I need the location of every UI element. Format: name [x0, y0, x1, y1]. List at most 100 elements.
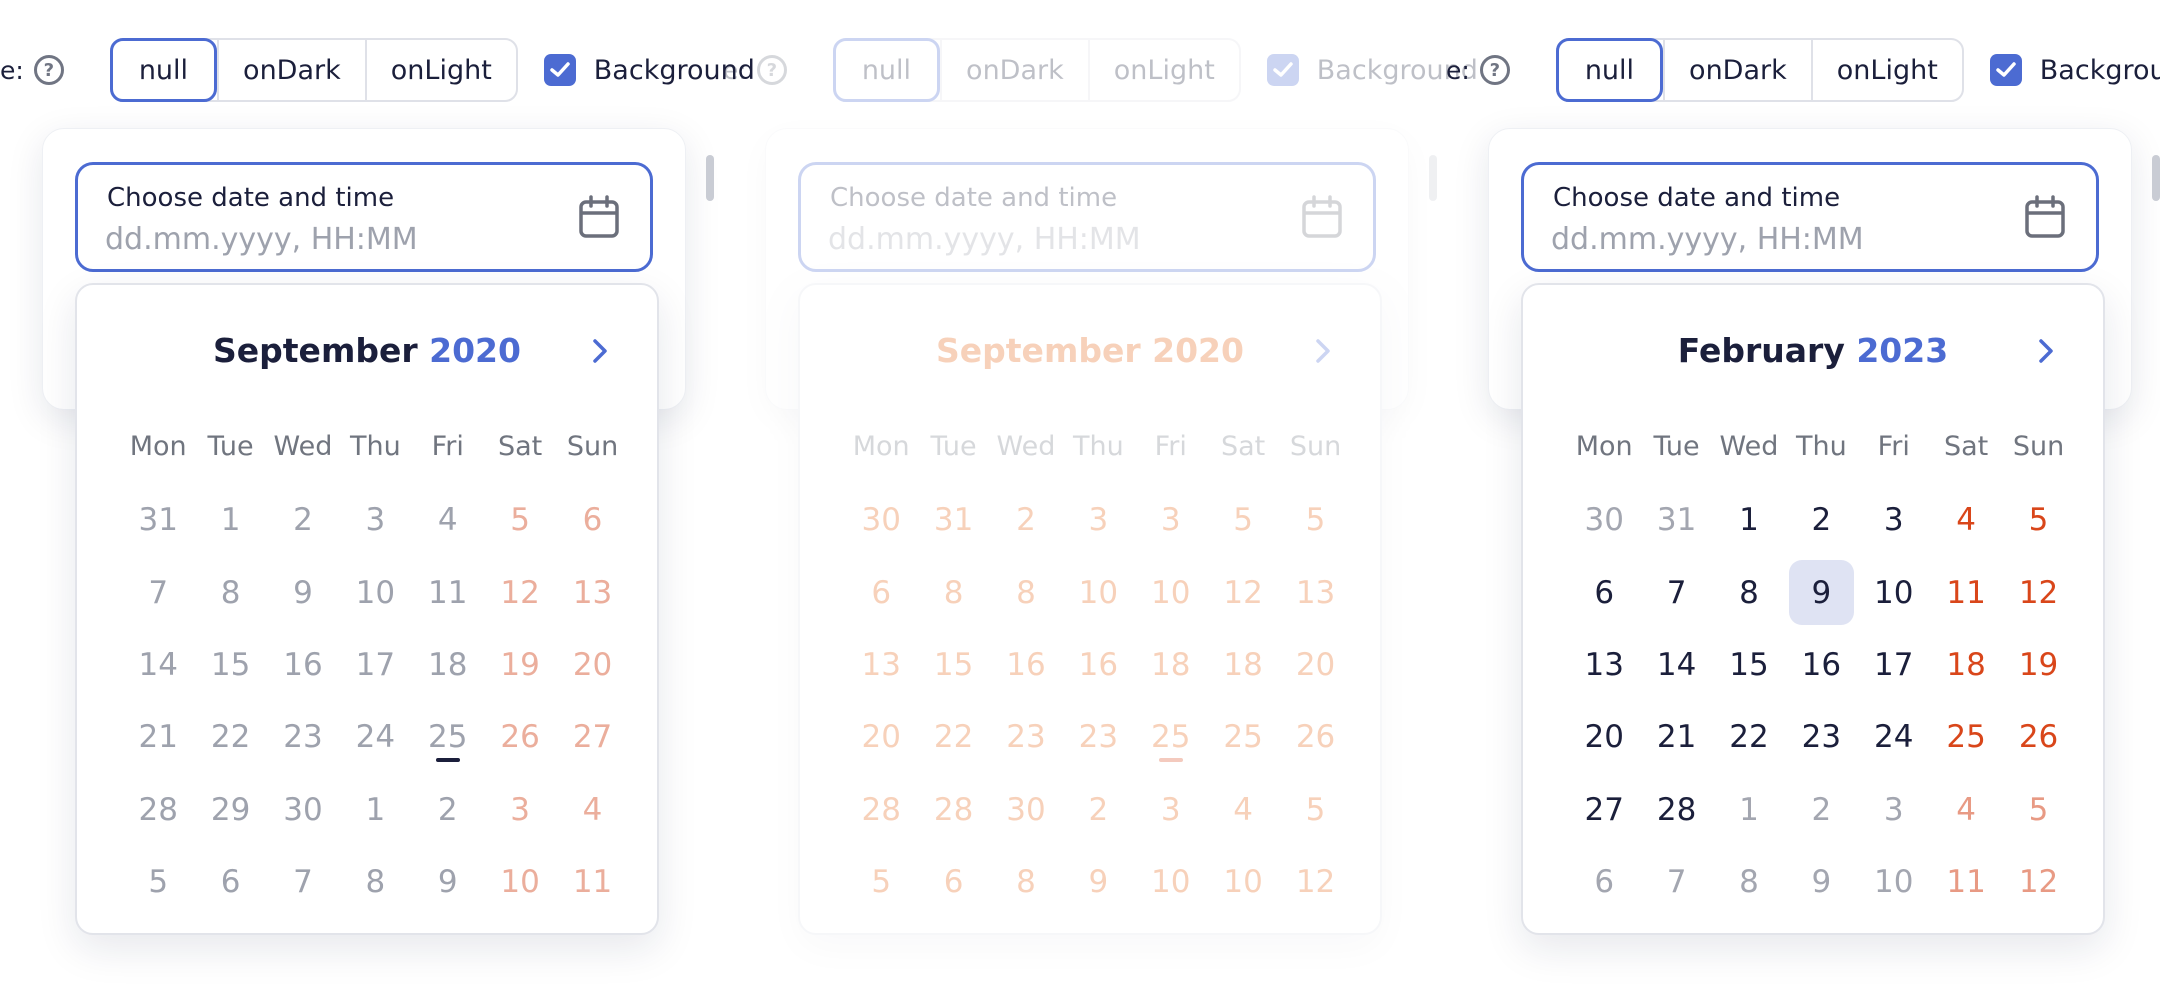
calendar-day[interactable]: 25 [412, 701, 484, 773]
calendar-day[interactable]: 1 [194, 484, 266, 556]
help-circle-icon[interactable]: ? [756, 55, 787, 85]
calendar-day[interactable]: 12 [1207, 556, 1279, 628]
chevron-right-icon[interactable] [581, 328, 619, 374]
calendar-day[interactable]: 21 [1640, 701, 1712, 773]
calendar-day[interactable]: 2 [412, 774, 484, 846]
calendar-day[interactable]: 5 [845, 846, 917, 918]
calendar-day[interactable]: 10 [484, 846, 556, 918]
calendar-day[interactable]: 5 [1207, 484, 1279, 556]
calendar-day[interactable]: 4 [412, 484, 484, 556]
calendar-day[interactable]: 27 [1568, 774, 1640, 846]
calendar-day[interactable]: 2 [1785, 484, 1857, 556]
calendar-icon[interactable] [1301, 195, 1343, 243]
segment-ondark[interactable]: onDark [1663, 40, 1811, 100]
date-time-field[interactable]: Choose date and time [798, 162, 1376, 272]
calendar-day[interactable]: 27 [556, 701, 628, 773]
calendar-day[interactable]: 3 [484, 774, 556, 846]
calendar-day[interactable]: 8 [1713, 846, 1785, 918]
calendar-day[interactable]: 4 [1207, 774, 1279, 846]
calendar-day[interactable]: 9 [1785, 846, 1857, 918]
calendar-day[interactable]: 5 [484, 484, 556, 556]
calendar-day[interactable]: 24 [339, 701, 411, 773]
calendar-day[interactable]: 19 [484, 629, 556, 701]
calendar-day[interactable]: 11 [412, 556, 484, 628]
calendar-day[interactable]: 10 [1858, 556, 1930, 628]
calendar-day[interactable]: 8 [339, 846, 411, 918]
segment-onlight[interactable]: onLight [364, 40, 516, 100]
month-label[interactable]: February [1678, 331, 1845, 370]
calendar-day[interactable]: 7 [1640, 556, 1712, 628]
calendar-day[interactable]: 6 [556, 484, 628, 556]
calendar-day[interactable]: 25 [1207, 701, 1279, 773]
calendar-day[interactable]: 3 [1135, 484, 1207, 556]
calendar-day[interactable]: 3 [1135, 774, 1207, 846]
calendar-day[interactable]: 12 [2002, 846, 2074, 918]
year-label[interactable]: 2020 [1152, 331, 1244, 370]
calendar-day[interactable]: 3 [1858, 774, 1930, 846]
calendar-day[interactable]: 22 [1713, 701, 1785, 773]
checkmark-icon[interactable] [1989, 54, 2022, 86]
segment-onlight[interactable]: onLight [1810, 40, 1962, 100]
calendar-day[interactable]: 15 [1713, 629, 1785, 701]
date-time-input[interactable] [1551, 219, 1971, 259]
calendar-day[interactable]: 16 [1785, 629, 1857, 701]
segment-ondark[interactable]: onDark [940, 40, 1088, 100]
scrollbar-thumb[interactable] [1429, 155, 1437, 201]
calendar-header[interactable]: September 2020 [800, 326, 1380, 376]
month-label[interactable]: September [936, 331, 1141, 370]
calendar-day[interactable]: 2 [1062, 774, 1134, 846]
calendar-day[interactable]: 10 [1135, 556, 1207, 628]
calendar-day[interactable]: 29 [194, 774, 266, 846]
calendar-day[interactable]: 20 [1279, 629, 1351, 701]
calendar-day[interactable]: 25 [1930, 701, 2002, 773]
month-label[interactable]: September [213, 331, 418, 370]
calendar-day[interactable]: 15 [194, 629, 266, 701]
calendar-day[interactable]: 22 [917, 701, 989, 773]
segment-null[interactable]: null [832, 38, 941, 102]
calendar-day[interactable]: 26 [2002, 701, 2074, 773]
calendar-day[interactable]: 23 [267, 701, 339, 773]
calendar-day[interactable]: 28 [122, 774, 194, 846]
year-label[interactable]: 2023 [1856, 331, 1948, 370]
calendar-day[interactable]: 10 [1062, 556, 1134, 628]
calendar-day[interactable]: 16 [990, 629, 1062, 701]
calendar-day[interactable]: 15 [917, 629, 989, 701]
date-time-field[interactable]: Choose date and time [75, 162, 653, 272]
calendar-day[interactable]: 16 [267, 629, 339, 701]
calendar-icon[interactable] [578, 195, 620, 243]
date-time-input[interactable] [828, 219, 1248, 259]
calendar-day[interactable]: 5 [2002, 774, 2074, 846]
calendar-day[interactable]: 18 [412, 629, 484, 701]
calendar-day[interactable]: 10 [339, 556, 411, 628]
calendar-day[interactable]: 4 [1930, 484, 2002, 556]
calendar-day[interactable]: 17 [339, 629, 411, 701]
calendar-day[interactable]: 23 [1062, 701, 1134, 773]
calendar-day[interactable]: 1 [1713, 484, 1785, 556]
checkmark-icon[interactable] [543, 54, 576, 86]
calendar-day[interactable]: 7 [267, 846, 339, 918]
calendar-day[interactable]: 11 [1930, 556, 2002, 628]
calendar-day[interactable]: 20 [845, 701, 917, 773]
help-circle-icon[interactable]: ? [33, 55, 64, 85]
calendar-day[interactable]: 12 [484, 556, 556, 628]
calendar-day[interactable]: 9 [412, 846, 484, 918]
calendar-day[interactable]: 5 [1279, 484, 1351, 556]
date-time-field[interactable]: Choose date and time [1521, 162, 2099, 272]
calendar-day[interactable]: 1 [339, 774, 411, 846]
help-circle-icon[interactable]: ? [1479, 55, 1510, 85]
checkmark-icon[interactable] [1266, 54, 1299, 86]
calendar-day[interactable]: 30 [990, 774, 1062, 846]
calendar-day[interactable]: 4 [1930, 774, 2002, 846]
calendar-day[interactable]: 6 [1568, 846, 1640, 918]
calendar-day[interactable]: 30 [845, 484, 917, 556]
calendar-day[interactable]: 17 [1858, 629, 1930, 701]
calendar-day[interactable]: 14 [122, 629, 194, 701]
calendar-day[interactable]: 31 [122, 484, 194, 556]
background-checkbox[interactable]: Background [1989, 54, 2160, 86]
segment-onlight[interactable]: onLight [1087, 40, 1239, 100]
calendar-day[interactable]: 5 [1279, 774, 1351, 846]
calendar-day[interactable]: 19 [2002, 629, 2074, 701]
calendar-day[interactable]: 30 [267, 774, 339, 846]
calendar-day[interactable]: 12 [2002, 556, 2074, 628]
calendar-day[interactable]: 1 [1713, 774, 1785, 846]
